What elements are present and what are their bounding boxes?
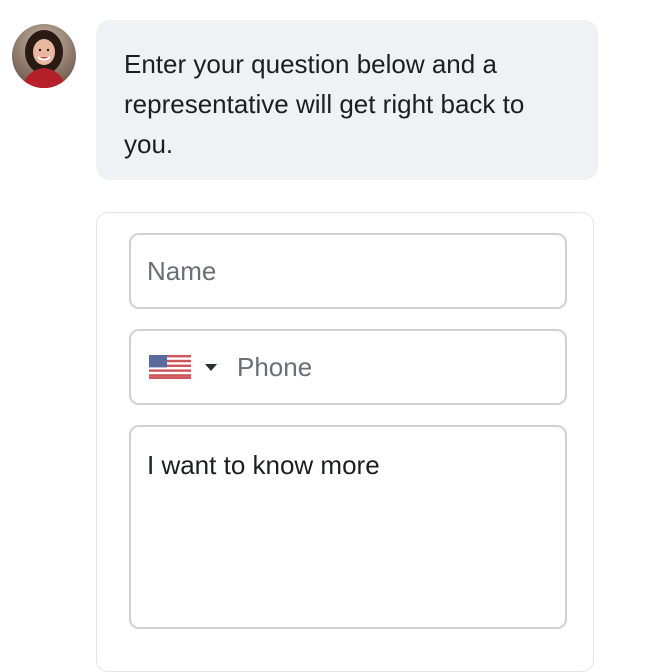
agent-message-bubble: Enter your question below and a represen…	[96, 20, 598, 180]
country-code-select[interactable]	[131, 331, 217, 403]
name-input[interactable]	[131, 235, 565, 307]
contact-form: I want to know more	[96, 212, 594, 672]
chevron-down-icon	[205, 363, 217, 371]
us-flag-icon	[149, 355, 191, 379]
message-textarea[interactable]: I want to know more	[131, 427, 565, 627]
agent-message-text: Enter your question below and a represen…	[124, 49, 525, 159]
name-field-wrapper	[129, 233, 567, 309]
phone-input[interactable]	[217, 331, 588, 403]
message-field-wrapper: I want to know more	[129, 425, 567, 629]
agent-avatar-photo	[12, 24, 76, 88]
phone-field-wrapper	[129, 329, 588, 405]
agent-avatar	[12, 24, 76, 88]
